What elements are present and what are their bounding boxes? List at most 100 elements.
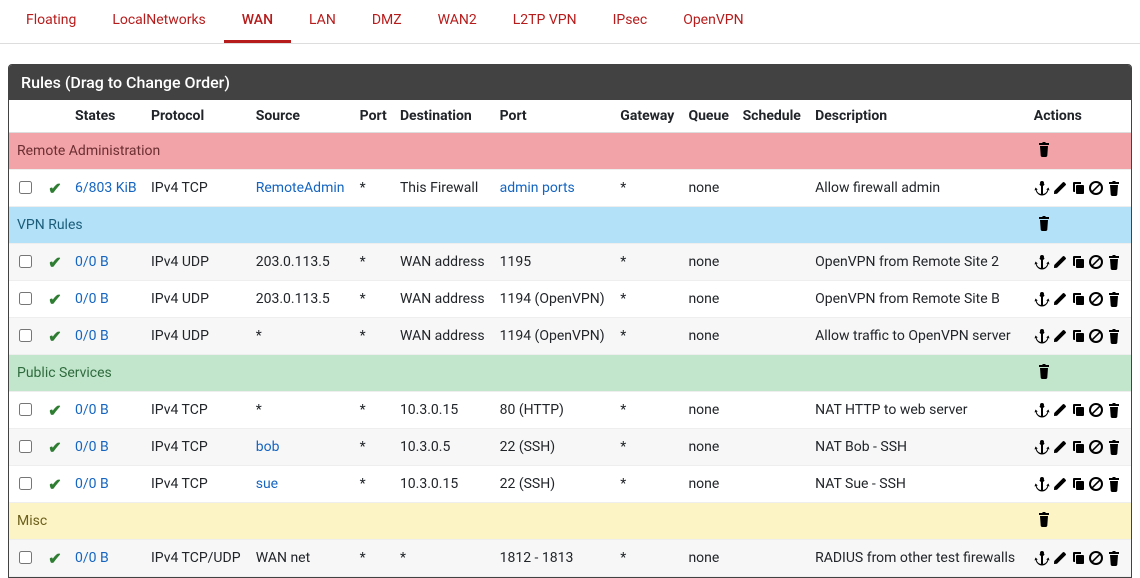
rule-row[interactable]: ✔0/0 BIPv4 TCP/UDPWAN net**1812 - 1813*n…: [9, 540, 1131, 577]
states-link[interactable]: 0/0 B: [75, 439, 109, 455]
source-alias-link[interactable]: RemoteAdmin: [256, 180, 345, 196]
disable-icon[interactable]: [1088, 254, 1104, 270]
anchor-icon[interactable]: [1034, 328, 1050, 344]
tab-floating[interactable]: Floating: [8, 0, 94, 43]
delete-icon[interactable]: [1106, 402, 1122, 418]
anchor-icon[interactable]: [1034, 402, 1050, 418]
gateway-value: *: [614, 170, 682, 207]
rule-select-checkbox[interactable]: [19, 255, 32, 268]
col-schedule: Schedule: [737, 100, 810, 133]
disable-icon[interactable]: [1088, 180, 1104, 196]
delete-separator-icon[interactable]: [1036, 363, 1052, 379]
edit-icon[interactable]: [1052, 550, 1068, 566]
tab-ipsec[interactable]: IPsec: [595, 0, 666, 43]
disable-icon[interactable]: [1088, 291, 1104, 307]
disable-icon[interactable]: [1088, 402, 1104, 418]
source-value: *: [256, 402, 262, 418]
anchor-icon[interactable]: [1034, 254, 1050, 270]
edit-icon[interactable]: [1052, 439, 1068, 455]
separator-misc[interactable]: Misc: [9, 503, 1131, 540]
separator-label: Remote Administration: [9, 133, 1028, 170]
rule-select-checkbox[interactable]: [19, 292, 32, 305]
col-gateway: Gateway: [614, 100, 682, 133]
dport-value: 22 (SSH): [500, 476, 556, 492]
states-link[interactable]: 0/0 B: [75, 402, 109, 418]
rule-row[interactable]: ✔0/0 BIPv4 UDP203.0.113.5*WAN address119…: [9, 281, 1131, 318]
edit-icon[interactable]: [1052, 402, 1068, 418]
states-link[interactable]: 0/0 B: [75, 328, 109, 344]
rule-select-checkbox[interactable]: [19, 329, 32, 342]
separator-remote-administration[interactable]: Remote Administration: [9, 133, 1131, 170]
schedule-value: [737, 429, 810, 466]
dport-alias-link[interactable]: admin ports: [500, 180, 575, 196]
rule-actions: [1034, 550, 1125, 566]
separator-vpn-rules[interactable]: VPN Rules: [9, 207, 1131, 244]
copy-icon[interactable]: [1070, 550, 1086, 566]
edit-icon[interactable]: [1052, 328, 1068, 344]
rule-select-checkbox[interactable]: [19, 477, 32, 490]
states-link[interactable]: 0/0 B: [75, 254, 109, 270]
copy-icon[interactable]: [1070, 328, 1086, 344]
source-alias-link[interactable]: bob: [256, 439, 280, 455]
queue-value: none: [682, 466, 736, 503]
delete-separator-icon[interactable]: [1036, 511, 1052, 527]
rule-row[interactable]: ✔0/0 BIPv4 UDP203.0.113.5*WAN address119…: [9, 244, 1131, 281]
disable-icon[interactable]: [1088, 439, 1104, 455]
delete-icon[interactable]: [1106, 180, 1122, 196]
tab-localnetworks[interactable]: LocalNetworks: [94, 0, 223, 43]
disable-icon[interactable]: [1088, 328, 1104, 344]
sport-value: *: [354, 466, 394, 503]
copy-icon[interactable]: [1070, 439, 1086, 455]
copy-icon[interactable]: [1070, 402, 1086, 418]
delete-separator-icon[interactable]: [1036, 215, 1052, 231]
copy-icon[interactable]: [1070, 291, 1086, 307]
edit-icon[interactable]: [1052, 291, 1068, 307]
states-link[interactable]: 0/0 B: [75, 476, 109, 492]
rule-row[interactable]: ✔0/0 BIPv4 TCP**10.3.0.1580 (HTTP)*noneN…: [9, 392, 1131, 429]
delete-icon[interactable]: [1106, 439, 1122, 455]
anchor-icon[interactable]: [1034, 476, 1050, 492]
states-link[interactable]: 0/0 B: [75, 550, 109, 566]
tab-l2tpvpn[interactable]: L2TP VPN: [495, 0, 595, 43]
gateway-value: *: [614, 318, 682, 355]
copy-icon[interactable]: [1070, 180, 1086, 196]
tab-wan2[interactable]: WAN2: [420, 0, 495, 43]
rule-row[interactable]: ✔0/0 BIPv4 TCPbob*10.3.0.522 (SSH)*noneN…: [9, 429, 1131, 466]
copy-icon[interactable]: [1070, 476, 1086, 492]
rule-select-checkbox[interactable]: [19, 403, 32, 416]
anchor-icon[interactable]: [1034, 550, 1050, 566]
separator-public-services[interactable]: Public Services: [9, 355, 1131, 392]
disable-icon[interactable]: [1088, 550, 1104, 566]
edit-icon[interactable]: [1052, 254, 1068, 270]
tab-lan[interactable]: LAN: [291, 0, 354, 43]
rule-row[interactable]: ✔0/0 BIPv4 UDP**WAN address1194 (OpenVPN…: [9, 318, 1131, 355]
edit-icon[interactable]: [1052, 476, 1068, 492]
delete-icon[interactable]: [1106, 550, 1122, 566]
anchor-icon[interactable]: [1034, 439, 1050, 455]
dport-value: 1194 (OpenVPN): [500, 328, 605, 344]
rule-row[interactable]: ✔6/803 KiBIPv4 TCPRemoteAdmin*This Firew…: [9, 170, 1131, 207]
copy-icon[interactable]: [1070, 254, 1086, 270]
delete-separator-icon[interactable]: [1036, 141, 1052, 157]
edit-icon[interactable]: [1052, 180, 1068, 196]
schedule-value: [737, 466, 810, 503]
states-link[interactable]: 6/803 KiB: [75, 180, 137, 196]
tab-dmz[interactable]: DMZ: [354, 0, 420, 43]
rule-select-checkbox[interactable]: [19, 440, 32, 453]
anchor-icon[interactable]: [1034, 180, 1050, 196]
rule-select-checkbox[interactable]: [19, 551, 32, 564]
states-link[interactable]: 0/0 B: [75, 291, 109, 307]
delete-icon[interactable]: [1106, 476, 1122, 492]
source-alias-link[interactable]: sue: [256, 476, 278, 492]
delete-icon[interactable]: [1106, 254, 1122, 270]
anchor-icon[interactable]: [1034, 291, 1050, 307]
delete-icon[interactable]: [1106, 328, 1122, 344]
rule-select-checkbox[interactable]: [19, 181, 32, 194]
delete-icon[interactable]: [1106, 291, 1122, 307]
tab-openvpn[interactable]: OpenVPN: [665, 0, 761, 43]
rule-row[interactable]: ✔0/0 BIPv4 TCPsue*10.3.0.1522 (SSH)*none…: [9, 466, 1131, 503]
tab-wan[interactable]: WAN: [224, 0, 291, 43]
separator-label: Misc: [9, 503, 1028, 540]
rule-actions: [1034, 402, 1125, 418]
disable-icon[interactable]: [1088, 476, 1104, 492]
